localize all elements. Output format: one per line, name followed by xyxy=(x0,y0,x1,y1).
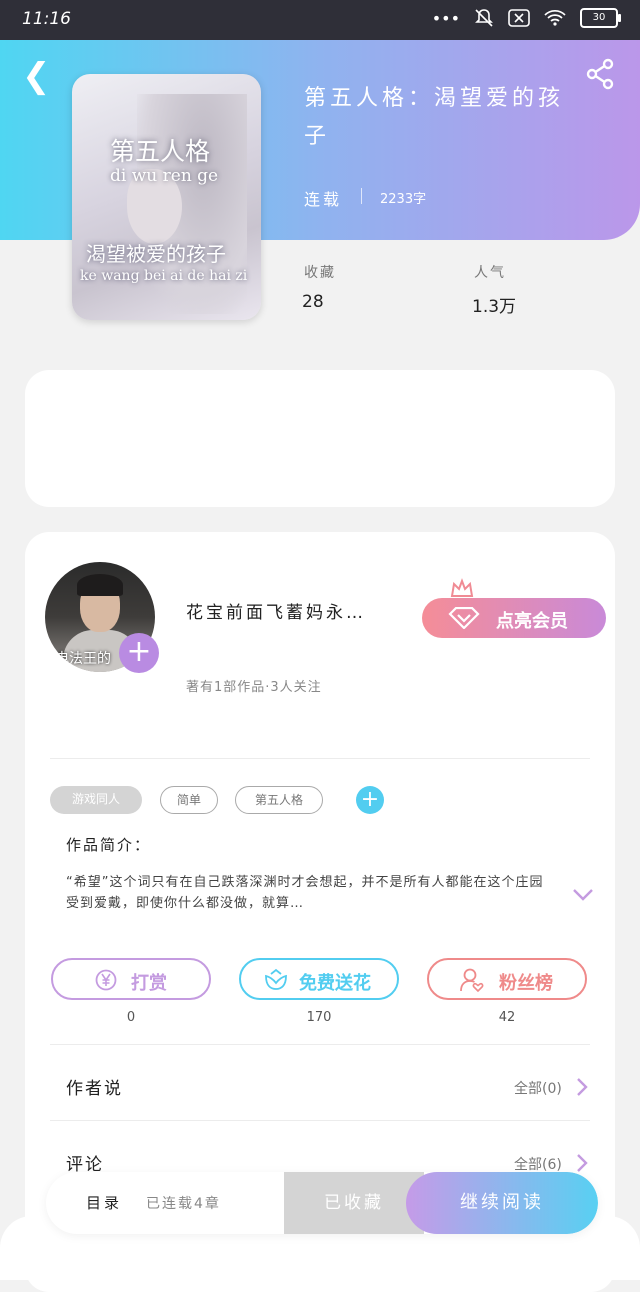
status-icons: ••• 30 xyxy=(431,8,621,28)
bell-muted-icon xyxy=(475,9,493,27)
chapter-count: 已连载4章 xyxy=(146,1196,221,1212)
catalog-button[interactable]: 目录 xyxy=(86,1192,122,1213)
dots-icon: ••• xyxy=(431,8,460,28)
divider xyxy=(50,1044,590,1045)
user-heart-icon xyxy=(460,968,484,993)
popularity-value: 1.3万 xyxy=(472,297,517,317)
continue-reading-button[interactable]: 继续阅读 xyxy=(406,1172,598,1234)
chevron-right-icon[interactable] xyxy=(576,1077,588,1097)
intro-text: “希望”这个词只有在自己跌落深渊时才会想起，并不是所有人都能在这个庄园受到爱戴，… xyxy=(66,875,544,911)
flower-count: 170 xyxy=(306,1010,332,1025)
flower-icon xyxy=(265,968,287,990)
fan-ranking-button[interactable]: 粉丝榜 xyxy=(427,958,587,1000)
free-flower-button-label: 免费送花 xyxy=(299,973,371,994)
crown-icon xyxy=(450,578,474,597)
divider xyxy=(50,1120,590,1121)
tip-button-label: 打赏 xyxy=(131,973,167,994)
chevron-down-icon[interactable] xyxy=(572,888,594,902)
word-count: 2233字 xyxy=(380,192,427,207)
author-meta: 著有1部作品·3人关注 xyxy=(186,680,322,695)
back-icon[interactable]: ❮ xyxy=(22,56,51,96)
cover-title: 第五人格 xyxy=(110,137,211,166)
fan-ranking-button-label: 粉丝榜 xyxy=(499,973,553,994)
book-title: 第五人格：渴望爱的孩子 xyxy=(304,86,565,149)
free-flower-button[interactable]: 免费送花 xyxy=(239,958,399,1000)
wifi-icon xyxy=(544,9,566,26)
status-time: 11:16 xyxy=(22,9,71,29)
author-name[interactable]: 花宝前面飞蓄妈永… xyxy=(186,598,411,623)
follow-plus-button[interactable]: + xyxy=(119,633,159,673)
vip-button-label: 点亮会员 xyxy=(496,611,568,632)
chevron-right-icon[interactable] xyxy=(576,1153,588,1173)
favorites-label: 收藏 xyxy=(304,265,336,281)
cover-title-pinyin: di wu ren ge xyxy=(110,166,219,186)
comments-all[interactable]: 全部(6) xyxy=(514,1154,562,1174)
cover-subtitle-pinyin: ke wang bei ai de hai zi xyxy=(80,268,248,284)
avatar-text: 电法王的 xyxy=(55,651,111,667)
sim-off-icon xyxy=(508,9,530,27)
collected-button[interactable]: 已收藏 xyxy=(284,1172,424,1234)
tip-count: 0 xyxy=(126,1010,136,1025)
yen-icon xyxy=(95,969,117,991)
cover-subtitle: 渴望被爱的孩子 xyxy=(86,242,226,266)
author-notes-label[interactable]: 作者说 xyxy=(66,1074,123,1099)
intro-title: 作品简介： xyxy=(66,836,152,854)
fan-count: 42 xyxy=(498,1010,516,1025)
add-tag-button[interactable]: + xyxy=(356,786,384,814)
book-status: 连载 xyxy=(304,190,343,209)
tag-game-fanfic[interactable]: 游戏同人 xyxy=(50,786,142,814)
ad-placeholder-card xyxy=(25,370,615,507)
divider xyxy=(361,188,362,204)
status-bar: 11:16 ••• 30 xyxy=(0,0,640,40)
tip-button[interactable]: 打赏 xyxy=(51,958,211,1000)
tag-identity-v[interactable]: 第五人格 xyxy=(235,786,323,814)
book-cover[interactable]: 第五人格 di wu ren ge 渴望被爱的孩子 ke wang bei ai… xyxy=(72,74,261,320)
battery-indicator: 30 xyxy=(580,8,621,28)
divider xyxy=(50,758,590,759)
diamond-icon xyxy=(448,607,480,629)
share-icon[interactable] xyxy=(584,58,616,90)
vip-button[interactable]: 点亮会员 xyxy=(422,598,606,638)
tag-simple[interactable]: 简单 xyxy=(160,786,218,814)
popularity-label: 人气 xyxy=(474,265,506,281)
author-notes-all[interactable]: 全部(0) xyxy=(514,1078,562,1098)
bottom-action-bar: 目录 已连载4章 已收藏 继续阅读 xyxy=(46,1172,598,1234)
favorites-value: 28 xyxy=(302,292,324,312)
